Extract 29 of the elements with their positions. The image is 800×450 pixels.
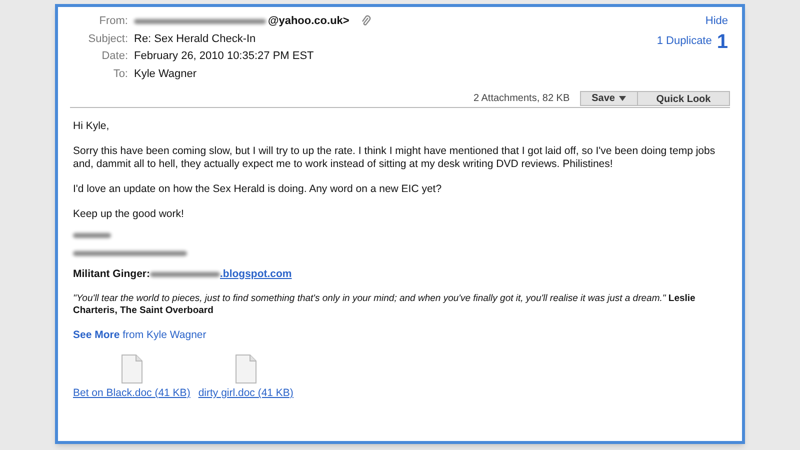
quote-text: "You'll tear the world to pieces, just to find something that's only in your mind; and when you've finally got it, you'll realise it was just a dream." Leslie Charteris, The Saint Overboard	[73, 293, 696, 317]
field-value: Kyle Wagner	[134, 66, 197, 82]
duplicate-link[interactable]: 1 Duplicate	[656, 33, 712, 50]
body-paragraph: Sorry this have been coming slow, but I will try to up the rate. I think I might have mentioned that I got laid off, so I've been doing temp jobs and, dammit all to hell, they actually expect me to work instead of sitting at my desk writing DVD reviews. Philistines!	[73, 145, 716, 171]
blog-link[interactable]: .blogspot.com	[220, 268, 292, 281]
signature-label: Militant Ginger:	[73, 268, 150, 281]
field-label: Date:	[100, 49, 128, 64]
hide-link[interactable]: Hide	[705, 13, 728, 30]
document-icon	[120, 354, 143, 384]
attachment-link[interactable]: Bet on Black.doc (41 KB)	[73, 387, 190, 400]
field-value: @yahoo.co.uk>	[268, 14, 350, 29]
field-label: Subject:	[87, 32, 128, 46]
save-button[interactable]: Save	[580, 91, 638, 106]
field-label: From:	[98, 14, 128, 29]
field-value: Re: Sex Herald Check-In	[134, 32, 256, 46]
duplicate-count: 1	[716, 32, 728, 52]
redaction-blur	[150, 272, 220, 277]
redaction-blur	[73, 233, 111, 238]
document-icon	[234, 354, 257, 384]
body-paragraph: I'd love an update on how the Sex Herald is doing. Any word on a new EIC yet?	[73, 183, 443, 196]
quick-look-button[interactable]: Quick Look	[638, 91, 730, 106]
body-paragraph: Hi Kyle,	[73, 120, 110, 133]
field-value: February 26, 2010 10:35:27 PM EST	[134, 49, 314, 64]
body-paragraph: Keep up the good work!	[73, 208, 185, 221]
see-more-link[interactable]: See More from Kyle Wagner	[73, 329, 730, 342]
attachments-summary: 2 Attachments, 82 KB	[473, 92, 570, 106]
field-label: To:	[112, 66, 128, 82]
caret-icon	[619, 96, 626, 101]
attachment-link[interactable]: dirty girl.doc (41 KB)	[198, 387, 294, 400]
